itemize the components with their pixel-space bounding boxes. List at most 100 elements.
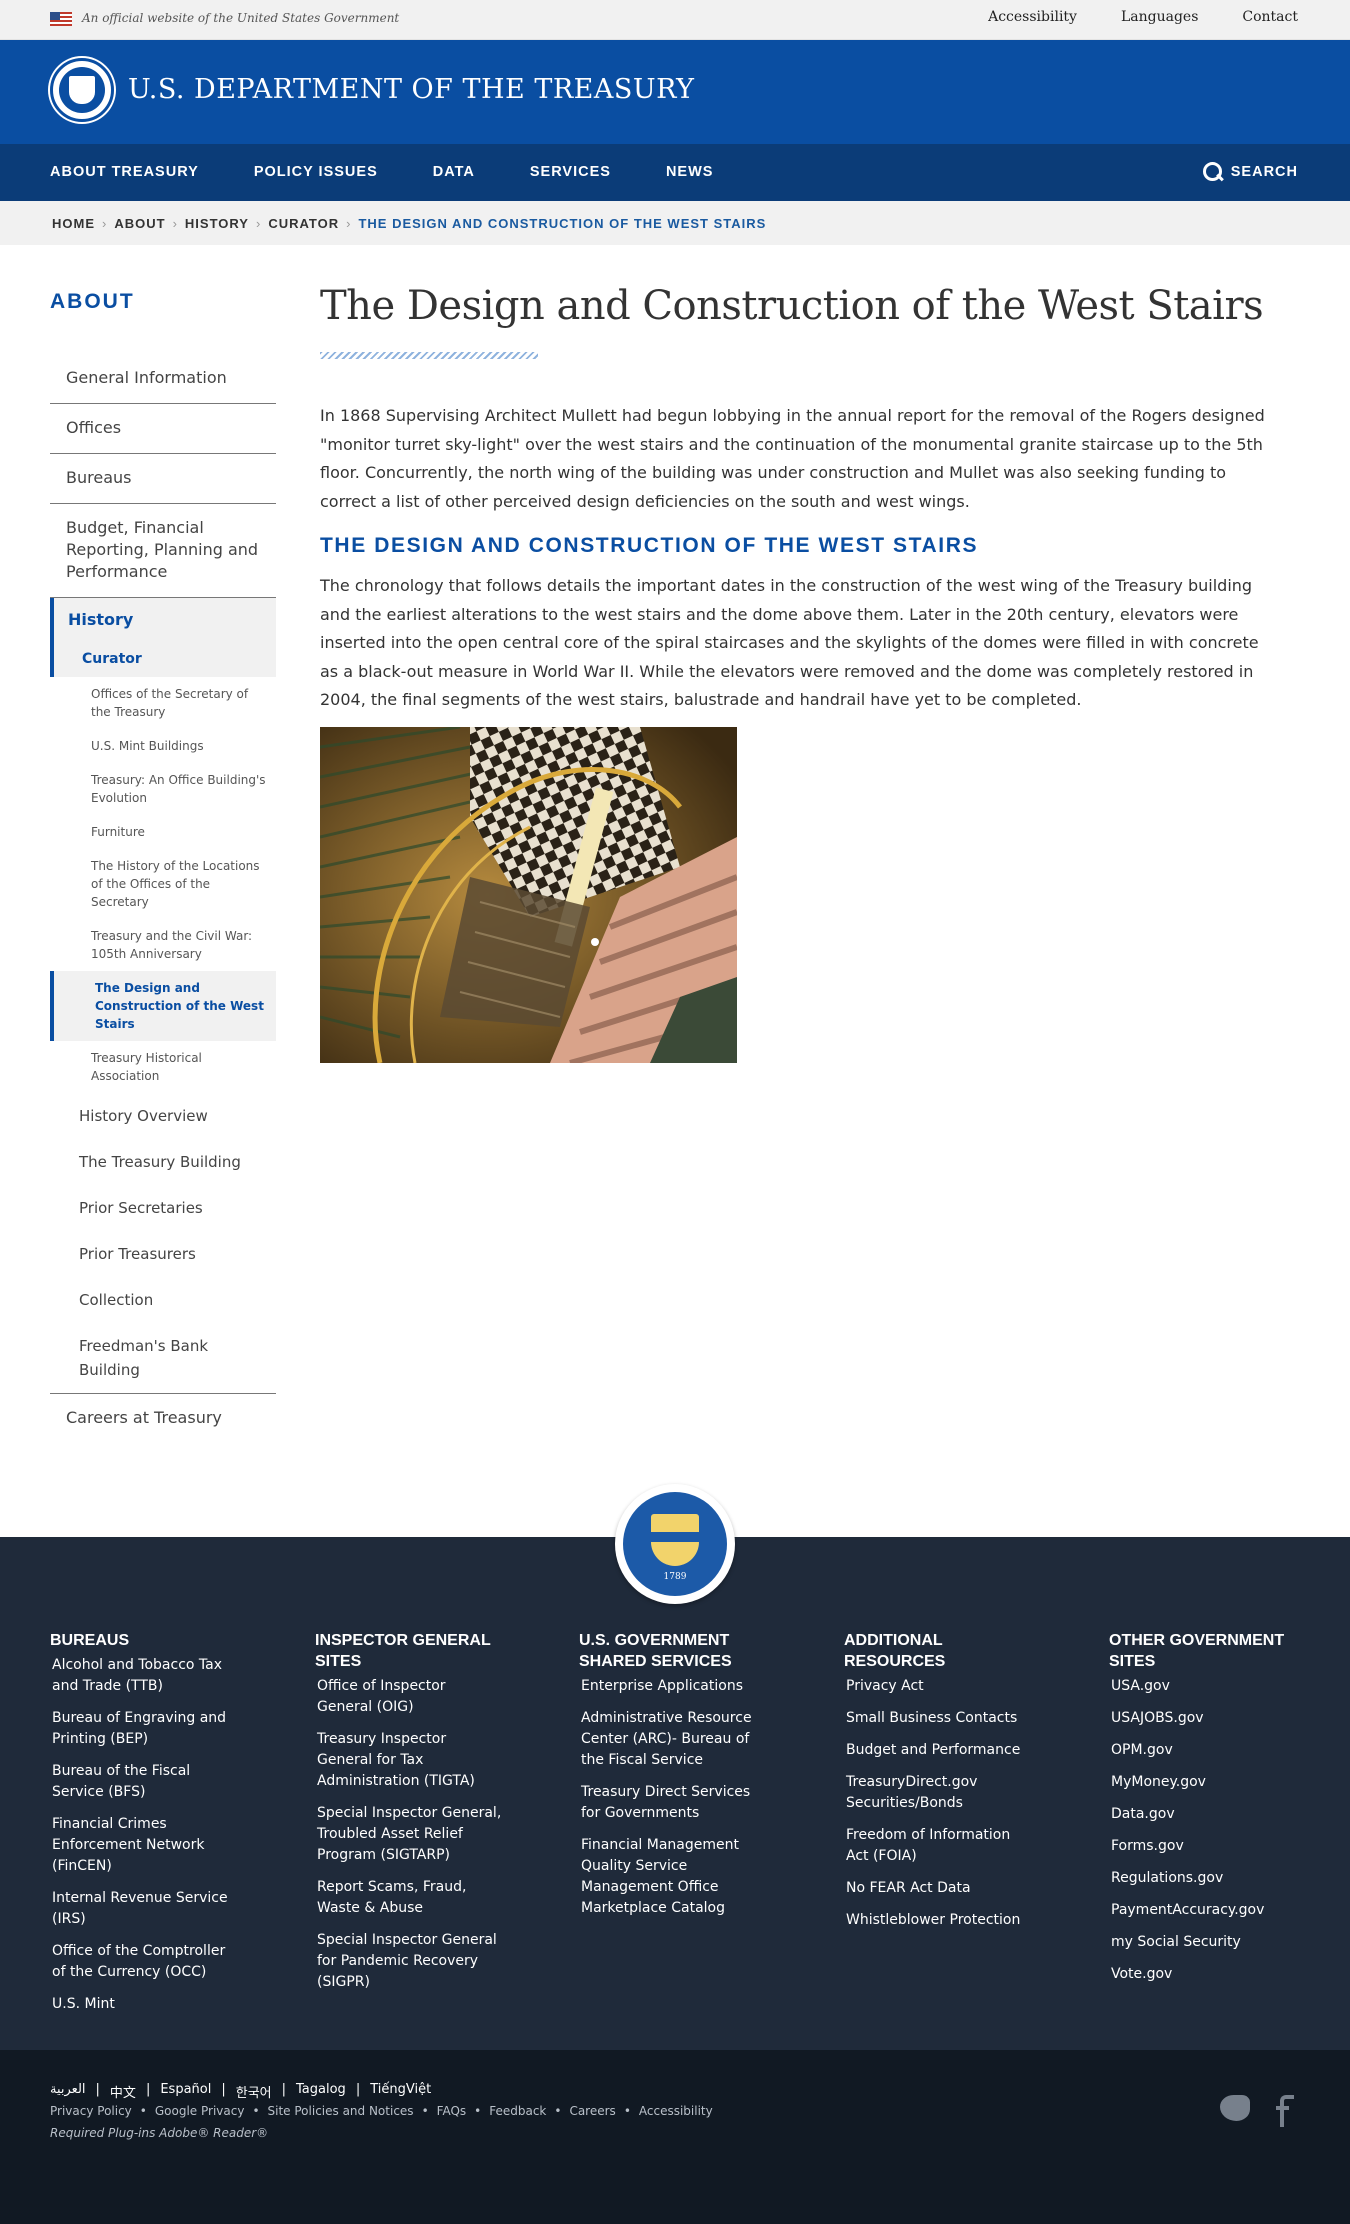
nav-about-treasury[interactable]: ABOUT TREASURY — [50, 164, 199, 180]
footer-link[interactable]: USAJOBS.gov — [1109, 1708, 1299, 1729]
footer-link[interactable]: Data.gov — [1109, 1804, 1299, 1825]
sidebar-item-history[interactable]: History — [50, 598, 276, 641]
sidebar-item-bureaus[interactable]: Bureaus — [50, 454, 276, 504]
footer-link[interactable]: Freedom of Information Act (FOIA) — [844, 1825, 1034, 1867]
plugins-label: Required Plug-ins — [50, 2126, 156, 2140]
footer-link[interactable]: Treasury Direct Services for Governments — [579, 1782, 769, 1824]
language-link[interactable]: Español — [160, 2082, 211, 2101]
footer-link[interactable]: U.S. Mint — [50, 1994, 240, 2015]
breadcrumb-home[interactable]: HOME — [52, 216, 95, 231]
sidebar-subitem-active[interactable]: The Design and Construction of the West … — [50, 971, 276, 1041]
footer-link[interactable]: Small Business Contacts — [844, 1708, 1034, 1729]
footer-link[interactable]: Enterprise Applications — [579, 1676, 769, 1697]
language-link[interactable]: Tagalog — [296, 2082, 346, 2101]
treasury-seal-icon[interactable] — [50, 58, 114, 122]
nav-services[interactable]: SERVICES — [530, 164, 611, 180]
sidebar-subitem[interactable]: The History of the Locations of the Offi… — [50, 849, 276, 919]
sidebar-history-child[interactable]: Freedman's Bank Building — [50, 1323, 276, 1393]
sidebar-history-child[interactable]: The Treasury Building — [50, 1139, 276, 1185]
sidebar-item-curator[interactable]: Curator — [50, 641, 276, 677]
legal-link[interactable]: Feedback — [489, 2104, 546, 2118]
legal-link[interactable]: Privacy Policy — [50, 2104, 132, 2118]
footer-link[interactable]: No FEAR Act Data — [844, 1878, 1034, 1899]
breadcrumb: HOME › ABOUT › HISTORY › CURATOR › THE D… — [0, 201, 1350, 245]
legal-link[interactable]: Careers — [569, 2104, 615, 2118]
sidebar-history-child[interactable]: Prior Secretaries — [50, 1185, 276, 1231]
footer-link[interactable]: Office of Inspector General (OIG) — [315, 1676, 505, 1718]
facebook-icon[interactable] — [1276, 2095, 1294, 2127]
sidebar-subitem[interactable]: Treasury Historical Association — [50, 1041, 276, 1093]
sidebar-item-careers[interactable]: Careers at Treasury — [50, 1394, 276, 1443]
footer-link[interactable]: Bureau of Engraving and Printing (BEP) — [50, 1708, 240, 1750]
sidebar-history-child[interactable]: Collection — [50, 1277, 276, 1323]
footer-link[interactable]: Budget and Performance — [844, 1740, 1034, 1761]
adobe-reader-link[interactable]: Adobe® Reader® — [159, 2126, 268, 2140]
search-button[interactable]: SEARCH — [1202, 162, 1298, 182]
contact-link[interactable]: Contact — [1242, 9, 1298, 25]
footer-link[interactable]: Bureau of the Fiscal Service (BFS) — [50, 1761, 240, 1803]
footer-link[interactable]: my Social Security — [1109, 1932, 1299, 1953]
nav-news[interactable]: NEWS — [666, 164, 714, 180]
footer-link[interactable]: Alcohol and Tobacco Tax and Trade (TTB) — [50, 1655, 240, 1697]
chevron-right-icon: › — [102, 216, 108, 231]
sidebar-history-child[interactable]: History Overview — [50, 1093, 276, 1139]
footer-link[interactable]: PaymentAccuracy.gov — [1109, 1900, 1299, 1921]
language-link[interactable]: العربية — [50, 2082, 86, 2101]
site-title[interactable]: U.S. DEPARTMENT OF THE TREASURY — [128, 74, 694, 105]
sidebar-subitem[interactable]: Offices of the Secretary of the Treasury — [50, 677, 276, 729]
footer-link[interactable]: Office of the Comptroller of the Currenc… — [50, 1941, 240, 1983]
footer-link[interactable]: OPM.gov — [1109, 1740, 1299, 1761]
footer-column-inspector-general: INSPECTOR GENERAL SITES Office of Inspec… — [315, 1630, 505, 2004]
footer-link[interactable]: Vote.gov — [1109, 1964, 1299, 1985]
legal-link[interactable]: Accessibility — [639, 2104, 713, 2118]
footer-link[interactable]: Administrative Resource Center (ARC)- Bu… — [579, 1708, 769, 1771]
twitter-icon[interactable] — [1220, 2095, 1250, 2121]
sidebar-subitem[interactable]: Treasury: An Office Building's Evolution — [50, 763, 276, 815]
chevron-right-icon: › — [172, 216, 178, 231]
footer-link[interactable]: Special Inspector General for Pandemic R… — [315, 1930, 505, 1993]
site-header: U.S. DEPARTMENT OF THE TREASURY — [0, 40, 1350, 144]
language-link[interactable]: 한국어 — [236, 2082, 272, 2101]
sidebar-subitem[interactable]: U.S. Mint Buildings — [50, 729, 276, 763]
title-underline — [320, 352, 538, 359]
legal-link[interactable]: FAQs — [437, 2104, 467, 2118]
languages-link[interactable]: Languages — [1121, 9, 1198, 25]
footer-link[interactable]: Privacy Act — [844, 1676, 1034, 1697]
sidebar-item-general-information[interactable]: General Information — [50, 354, 276, 404]
breadcrumb-history[interactable]: HISTORY — [185, 216, 249, 231]
footer-link[interactable]: Treasury Inspector General for Tax Admin… — [315, 1729, 505, 1792]
footer-link[interactable]: TreasuryDirect.gov Securities/Bonds — [844, 1772, 1034, 1814]
language-link[interactable]: TiếngViệt — [370, 2082, 431, 2101]
body-paragraph: The chronology that follows details the … — [320, 576, 1259, 709]
footer-link[interactable]: Report Scams, Fraud, Waste & Abuse — [315, 1877, 505, 1919]
accessibility-link[interactable]: Accessibility — [988, 9, 1077, 25]
footer-link[interactable]: USA.gov — [1109, 1676, 1299, 1697]
footer-column-shared-services: U.S. GOVERNMENT SHARED SERVICES Enterpri… — [579, 1630, 769, 1930]
nav-policy-issues[interactable]: POLICY ISSUES — [254, 164, 378, 180]
footer-link[interactable]: Special Inspector General, Troubled Asse… — [315, 1803, 505, 1866]
footer-link[interactable]: Financial Management Quality Service Man… — [579, 1835, 769, 1919]
footer-link[interactable]: Regulations.gov — [1109, 1868, 1299, 1889]
sidebar-item-offices[interactable]: Offices — [50, 404, 276, 454]
footer-link[interactable]: Whistleblower Protection — [844, 1910, 1034, 1931]
legal-link[interactable]: Google Privacy — [155, 2104, 245, 2118]
intro-paragraph: In 1868 Supervising Architect Mullett ha… — [320, 406, 1265, 511]
nav-data[interactable]: DATA — [433, 164, 475, 180]
footer-link[interactable]: MyMoney.gov — [1109, 1772, 1299, 1793]
footer-link[interactable]: Forms.gov — [1109, 1836, 1299, 1857]
footer-link[interactable]: Financial Crimes Enforcement Network (Fi… — [50, 1814, 240, 1877]
official-site-text: An official website of the United States… — [82, 11, 400, 25]
footer-link[interactable]: Internal Revenue Service (IRS) — [50, 1888, 240, 1930]
breadcrumb-curator[interactable]: CURATOR — [268, 216, 339, 231]
search-label: SEARCH — [1230, 164, 1298, 180]
sidebar-item-budget[interactable]: Budget, Financial Reporting, Planning an… — [50, 504, 276, 598]
sidebar-history-child[interactable]: Prior Treasurers — [50, 1231, 276, 1277]
sidebar-subitem[interactable]: Treasury and the Civil War: 105th Annive… — [50, 919, 276, 971]
utility-bar: An official website of the United States… — [0, 0, 1350, 40]
sidebar-subitem[interactable]: Furniture — [50, 815, 276, 849]
legal-link[interactable]: Site Policies and Notices — [268, 2104, 414, 2118]
search-icon — [1202, 162, 1223, 182]
breadcrumb-about[interactable]: ABOUT — [114, 216, 165, 231]
language-link[interactable]: 中文 — [110, 2082, 136, 2101]
footer-heading: OTHER GOVERNMENT SITES — [1109, 1632, 1285, 1670]
